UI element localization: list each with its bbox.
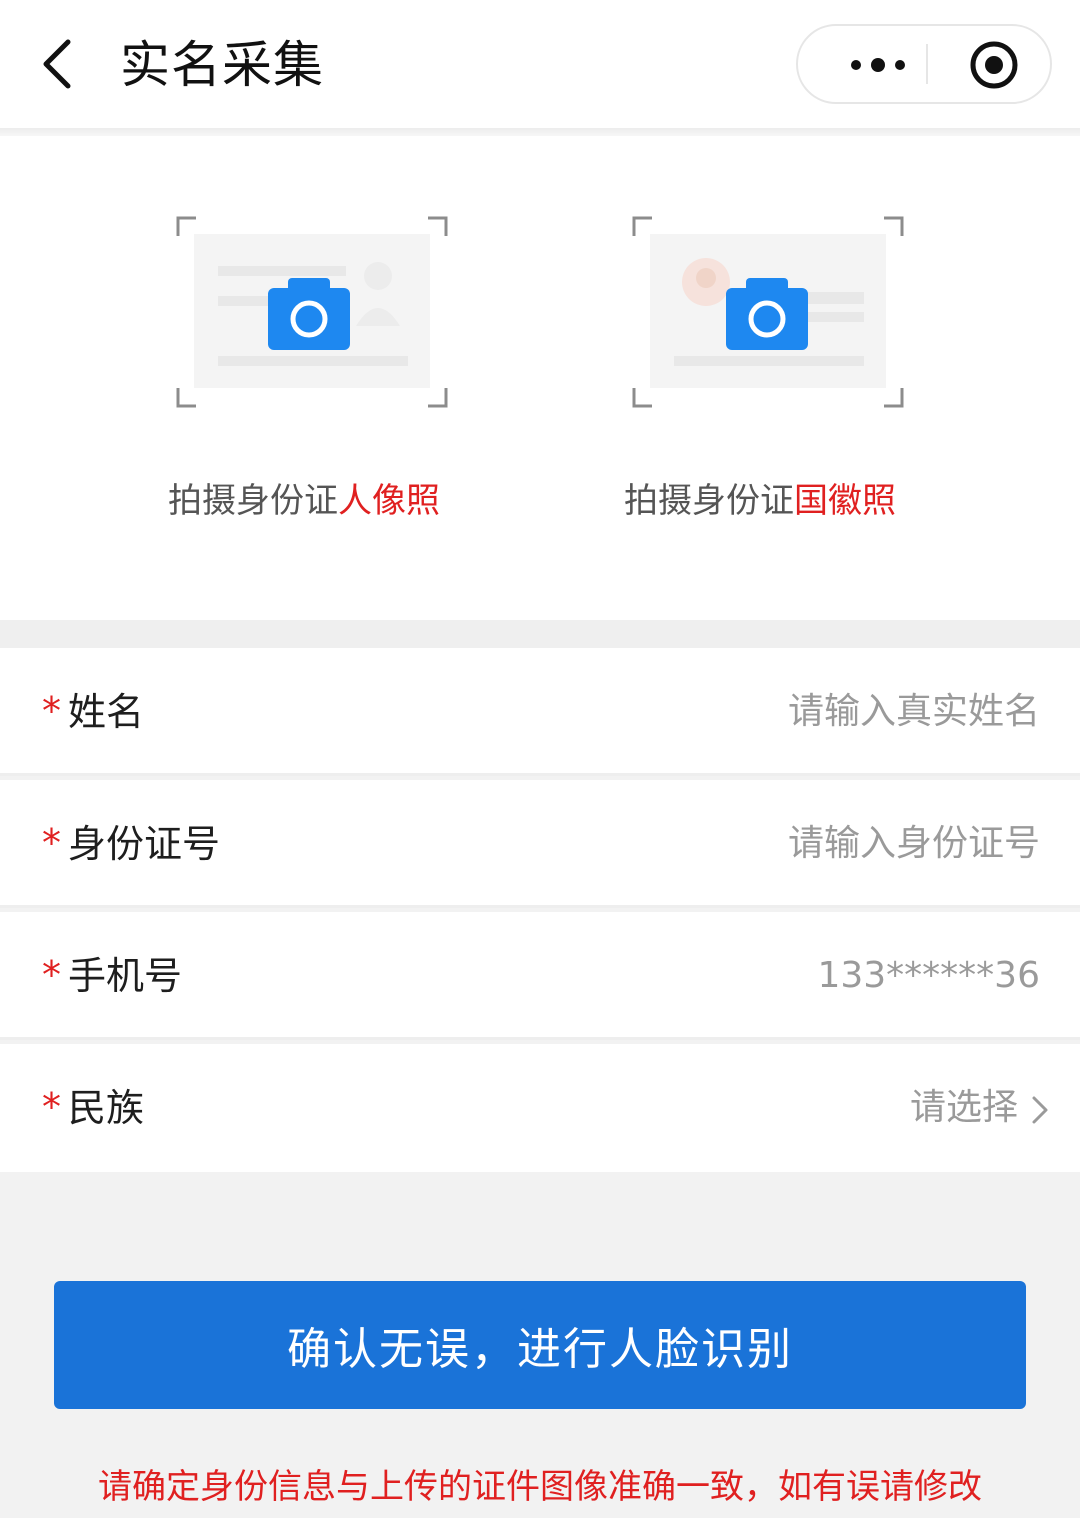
phone-input[interactable] [440,948,1040,1004]
row-divider [0,905,1080,908]
more-dots-icon [851,58,905,72]
id-back-caption: 拍摄身份证国徽照 [624,481,896,521]
camera-icon [726,278,808,350]
ethnicity-select[interactable]: 请选择 [910,1080,1018,1136]
id-number-row: * 身份证号 [0,780,1080,908]
required-mark: * [42,953,61,997]
id-back-upload[interactable] [632,216,904,408]
phone-label: 手机号 [68,954,183,998]
capsule-divider [926,44,928,84]
id-upload-section: 拍摄身份证人像照 拍摄身份证国徽照 [0,136,1080,620]
confirm-face-recognition-button[interactable]: 确认无误，进行人脸识别 [54,1281,1026,1409]
emblem-placeholder-icon [682,258,730,306]
page-title: 实名采集 [120,36,324,94]
id-card-back-frame [632,216,904,408]
id-number-label: 身份证号 [68,822,221,866]
id-front-caption: 拍摄身份证人像照 [168,481,440,521]
name-label: 姓名 [68,690,145,734]
chevron-right-icon [1032,1096,1048,1124]
close-button[interactable] [948,26,1040,102]
section-gap [0,620,1080,648]
name-input[interactable] [440,684,1040,740]
ethnicity-row[interactable]: * 民族 请选择 [0,1044,1080,1172]
id-front-upload[interactable] [176,216,448,408]
required-mark: * [42,821,61,865]
back-button[interactable] [30,28,90,100]
required-mark: * [42,689,61,733]
capsule-menu [796,24,1052,104]
phone-row: * 手机号 [0,912,1080,1040]
header-shadow [0,128,1080,136]
ethnicity-label: 民族 [68,1086,145,1130]
nav-bar: 实名采集 [0,0,1080,128]
chevron-left-icon [43,39,71,89]
row-divider [0,773,1080,776]
verification-notice: 请确定身份信息与上传的证件图像准确一致，如有误请修改 [98,1467,982,1507]
id-card-front-frame [176,216,448,408]
name-row: * 姓名 [0,648,1080,776]
required-mark: * [42,1085,61,1129]
more-button[interactable] [816,26,926,102]
id-number-input[interactable] [440,816,1040,872]
row-divider [0,1037,1080,1040]
camera-icon [268,278,350,350]
target-close-icon [970,41,1018,89]
